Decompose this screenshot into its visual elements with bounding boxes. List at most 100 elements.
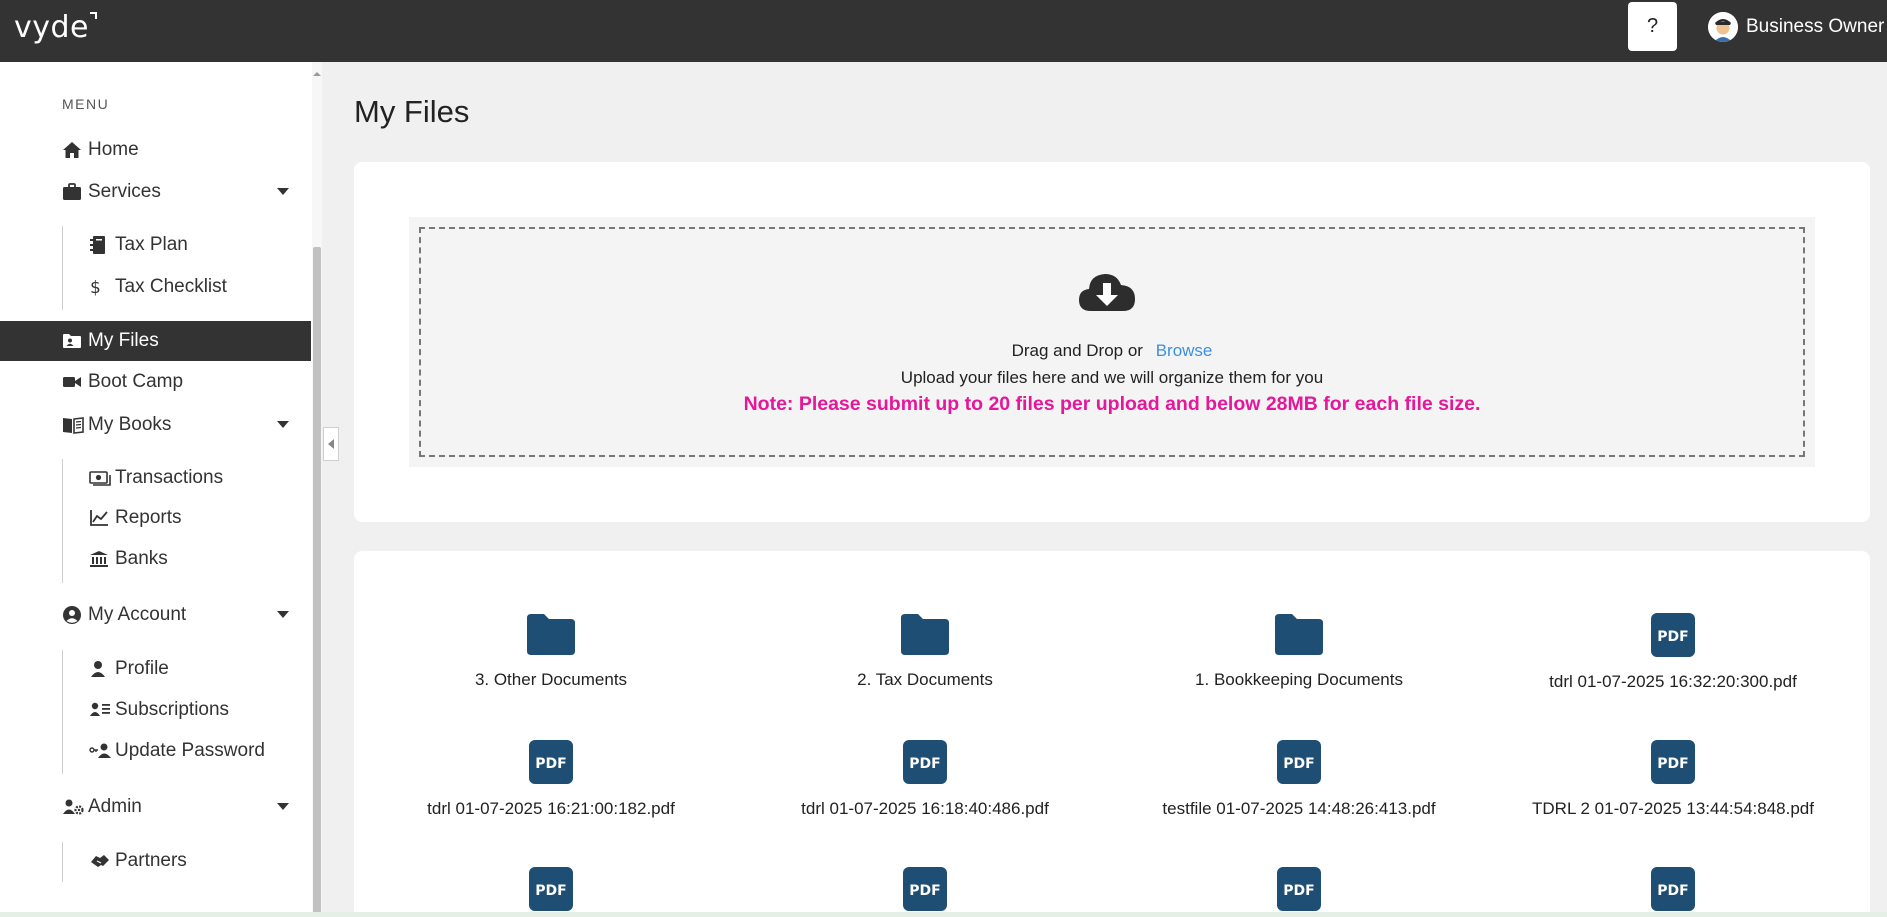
chevron-left-icon (328, 439, 334, 449)
folder-item[interactable]: 1. Bookkeeping Documents (1112, 612, 1486, 690)
file-name: 3. Other Documents (474, 670, 628, 689)
pdf-icon: PDF (1651, 740, 1695, 784)
browse-link[interactable]: Browse (1156, 341, 1213, 360)
sidebar-item-label: Tax Plan (115, 234, 188, 255)
top-bar: vyde ? Business Owner (0, 0, 1887, 62)
sidebar-item-tax-checklist[interactable]: $ Tax Checklist (0, 268, 311, 306)
file-item[interactable]: PDF (364, 866, 738, 912)
user-circle-icon (62, 605, 86, 625)
upload-dropzone-wrapper: Drag and Drop or Browse Upload your file… (409, 217, 1815, 467)
sidebar-item-label: Profile (115, 658, 169, 679)
sidebar-item-partners[interactable]: Partners (0, 842, 311, 880)
user-name: Business Owner (1746, 16, 1885, 37)
sidebar-item-services[interactable]: Services (0, 172, 311, 212)
file-item[interactable]: PDF (738, 866, 1112, 912)
pdf-icon: PDF (903, 740, 947, 784)
sidebar-item-label: Admin (88, 796, 142, 817)
pdf-icon-label: PDF (1657, 629, 1688, 645)
pdf-icon-label: PDF (535, 756, 566, 772)
folder-icon (527, 614, 575, 655)
sidebar-item-label: Reports (115, 507, 182, 528)
sidebar-item-my-files[interactable]: My Files (0, 321, 311, 361)
page-title: My Files (354, 94, 470, 129)
pdf-icon-label: PDF (535, 883, 566, 899)
sidebar-item-boot-camp[interactable]: Boot Camp (0, 362, 311, 402)
money-bill-icon (89, 468, 113, 488)
vyde-logo[interactable]: vyde (14, 10, 98, 45)
sidebar-item-banks[interactable]: Banks (0, 540, 311, 578)
logo-text: vyde (14, 10, 90, 45)
pdf-icon: PDF (903, 867, 947, 911)
sidebar-item-label: Services (88, 181, 161, 202)
cloud-download-icon (1079, 274, 1135, 311)
sidebar-item-label: Transactions (115, 467, 224, 488)
sidebar-item-label: My Books (88, 414, 172, 435)
file-name: 1. Bookkeeping Documents (1195, 670, 1403, 689)
handshake-icon (89, 851, 113, 871)
pdf-icon-label: PDF (1657, 756, 1688, 772)
upload-card: Drag and Drop or Browse Upload your file… (354, 162, 1870, 522)
sidebar-collapse-toggle[interactable] (323, 427, 339, 461)
file-item[interactable]: PDF tdrl 01-07-2025 16:21:00:182.pdf (364, 739, 738, 819)
chevron-down-icon[interactable] (277, 188, 289, 195)
folder-item[interactable]: 2. Tax Documents (738, 612, 1112, 690)
logo-mark (90, 12, 98, 19)
chevron-down-icon[interactable] (277, 421, 289, 428)
file-name: 2. Tax Documents (857, 670, 993, 689)
file-item[interactable]: PDF (1112, 866, 1486, 912)
sidebar-item-transactions[interactable]: Transactions (0, 459, 311, 497)
files-grid: 3. Other Documents 2. Tax Documents 1. Boo… (354, 551, 1870, 917)
file-name: tdrl 01-07-2025 16:21:00:182.pdf (427, 799, 675, 818)
pdf-icon-label: PDF (909, 883, 940, 899)
upload-dropzone[interactable]: Drag and Drop or Browse Upload your file… (419, 227, 1805, 457)
sidebar-item-subscriptions[interactable]: Subscriptions (0, 691, 311, 729)
folder-item[interactable]: 3. Other Documents (364, 612, 738, 690)
file-item[interactable]: PDF testfile 01-07-2025 14:48:26:413.pdf (1112, 739, 1486, 819)
home-icon (62, 140, 86, 160)
bank-icon (89, 549, 113, 569)
sidebar-item-my-books[interactable]: My Books (0, 405, 311, 445)
user-list-icon (89, 700, 113, 720)
sidebar-item-profile[interactable]: Profile (0, 650, 311, 688)
sidebar-item-reports[interactable]: Reports (0, 499, 311, 537)
sidebar-item-home[interactable]: Home (0, 130, 311, 170)
sidebar-item-admin[interactable]: Admin (0, 787, 311, 827)
line-chart-icon (89, 508, 113, 528)
sidebar-item-label: Subscriptions (115, 699, 230, 720)
drag-drop-text: Drag and Drop or Browse (421, 341, 1803, 361)
scroll-up-arrow[interactable] (313, 62, 321, 76)
sidebar-scrollbar-thumb[interactable] (313, 247, 321, 917)
sidebar-item-my-account[interactable]: My Account (0, 595, 311, 635)
file-item[interactable]: PDF tdrl 01-07-2025 16:32:20:300.pdf (1486, 612, 1860, 692)
dollar-icon: $ (89, 277, 113, 297)
pdf-icon-label: PDF (1283, 883, 1314, 899)
svg-text:$: $ (90, 278, 101, 297)
sidebar-item-tax-plan[interactable]: Tax Plan (0, 226, 311, 264)
chevron-down-icon[interactable] (277, 611, 289, 618)
pdf-icon: PDF (1277, 867, 1321, 911)
sidebar-item-label: Update Password (115, 740, 265, 761)
sidebar-item-label: Tax Checklist (115, 276, 227, 297)
file-name: tdrl 01-07-2025 16:18:40:486.pdf (801, 799, 1049, 818)
sidebar-item-label: My Files (88, 330, 159, 351)
sidebar-item-label: Banks (115, 548, 168, 569)
file-item[interactable]: PDF (1486, 866, 1860, 912)
help-button[interactable]: ? (1628, 2, 1677, 51)
folder-icon (901, 614, 949, 655)
file-item[interactable]: PDF tdrl 01-07-2025 16:18:40:486.pdf (738, 739, 1112, 819)
pdf-icon: PDF (1651, 613, 1695, 657)
avatar (1708, 12, 1738, 42)
menu-label: MENU (62, 96, 110, 112)
pdf-icon-label: PDF (1283, 756, 1314, 772)
drag-drop-label: Drag and Drop or (1011, 341, 1143, 360)
sidebar-item-label: My Account (88, 604, 187, 625)
sidebar-item-update-password[interactable]: Update Password (0, 732, 311, 770)
user-menu[interactable]: Business Owner (1708, 12, 1884, 42)
folder-icon (1275, 614, 1323, 655)
notebook-icon (89, 235, 113, 255)
chevron-down-icon[interactable] (277, 803, 289, 810)
user-gear-icon (62, 797, 86, 817)
file-item[interactable]: PDF TDRL 2 01-07-2025 13:44:54:848.pdf (1486, 739, 1860, 819)
user-icon (89, 659, 113, 679)
folder-user-icon (62, 331, 86, 351)
